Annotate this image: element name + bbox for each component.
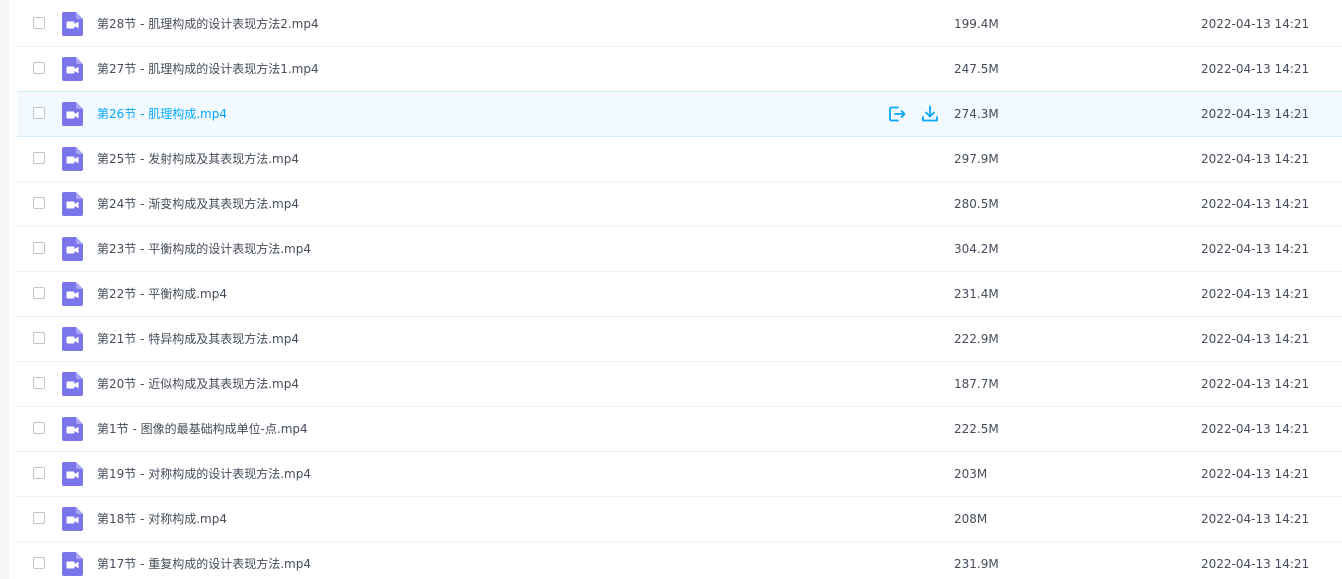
file-name-link[interactable]: 第28节 - 肌理构成的设计表现方法2.mp4 <box>97 2 319 46</box>
file-size: 208M <box>954 512 988 526</box>
video-file-icon <box>62 327 83 351</box>
file-size: 247.5M <box>954 62 999 76</box>
file-row[interactable]: 第18节 - 对称构成.mp4 208M 2022-04-13 14:21 <box>17 497 1342 542</box>
file-size: 280.5M <box>954 197 999 211</box>
row-actions <box>887 104 940 124</box>
file-row[interactable]: 第20节 - 近似构成及其表现方法.mp4 187.7M 2022-04-13 14… <box>17 362 1342 407</box>
video-file-icon <box>62 57 83 81</box>
file-name-link[interactable]: 第27节 - 肌理构成的设计表现方法1.mp4 <box>97 47 319 91</box>
file-row[interactable]: 第17节 - 重复构成的设计表现方法.mp4 231.9M 2022-04-13 1… <box>17 542 1342 579</box>
file-modified-date: 2022-04-13 14:21 <box>1201 512 1310 526</box>
video-file-icon <box>62 282 83 306</box>
file-row[interactable]: 第23节 - 平衡构成的设计表现方法.mp4 304.2M 2022-04-13 1… <box>17 227 1342 272</box>
file-modified-date: 2022-04-13 14:21 <box>1201 107 1310 121</box>
file-row[interactable]: 第25节 - 发射构成及其表现方法.mp4 297.9M 2022-04-13 14… <box>17 137 1342 182</box>
row-select-checkbox[interactable] <box>33 467 45 479</box>
row-select-checkbox[interactable] <box>33 512 45 524</box>
file-size: 304.2M <box>954 242 999 256</box>
sidebar-edge <box>0 0 9 579</box>
file-row[interactable]: 第26节 - 肌理构成.mp4 274.3M 2022-04-13 14:21 <box>17 91 1342 137</box>
video-file-icon <box>62 237 83 261</box>
file-size: 222.5M <box>954 422 999 436</box>
row-select-checkbox[interactable] <box>33 557 45 569</box>
file-name-link[interactable]: 第23节 - 平衡构成的设计表现方法.mp4 <box>97 227 311 271</box>
file-manager-page: 第28节 - 肌理构成的设计表现方法2.mp4 199.4M 2022-04-13 … <box>0 0 1342 579</box>
file-row[interactable]: 第28节 - 肌理构成的设计表现方法2.mp4 199.4M 2022-04-13 … <box>17 2 1342 47</box>
row-select-checkbox[interactable] <box>33 197 45 209</box>
file-name-link[interactable]: 第17节 - 重复构成的设计表现方法.mp4 <box>97 542 311 579</box>
share-icon[interactable] <box>887 104 907 124</box>
file-row[interactable]: 第22节 - 平衡构成.mp4 231.4M 2022-04-13 14:21 <box>17 272 1342 317</box>
row-select-checkbox[interactable] <box>33 62 45 74</box>
file-modified-date: 2022-04-13 14:21 <box>1201 62 1310 76</box>
file-name-link[interactable]: 第22节 - 平衡构成.mp4 <box>97 272 227 316</box>
file-name-link[interactable]: 第1节 - 图像的最基础构成单位-点.mp4 <box>97 407 308 451</box>
file-modified-date: 2022-04-13 14:21 <box>1201 242 1310 256</box>
file-row[interactable]: 第27节 - 肌理构成的设计表现方法1.mp4 247.5M 2022-04-13 … <box>17 47 1342 92</box>
file-size: 222.9M <box>954 332 999 346</box>
video-file-icon <box>62 462 83 486</box>
file-modified-date: 2022-04-13 14:21 <box>1201 152 1310 166</box>
video-file-icon <box>62 417 83 441</box>
row-select-checkbox[interactable] <box>33 17 45 29</box>
file-modified-date: 2022-04-13 14:21 <box>1201 467 1310 481</box>
file-modified-date: 2022-04-13 14:21 <box>1201 287 1310 301</box>
video-file-icon <box>62 12 83 36</box>
row-select-checkbox[interactable] <box>33 152 45 164</box>
file-modified-date: 2022-04-13 14:21 <box>1201 332 1310 346</box>
file-size: 203M <box>954 467 988 481</box>
row-select-checkbox[interactable] <box>33 287 45 299</box>
file-size: 231.9M <box>954 557 999 571</box>
file-modified-date: 2022-04-13 14:21 <box>1201 377 1310 391</box>
file-name-link[interactable]: 第24节 - 渐变构成及其表现方法.mp4 <box>97 182 299 226</box>
file-modified-date: 2022-04-13 14:21 <box>1201 422 1310 436</box>
file-size: 297.9M <box>954 152 999 166</box>
file-size: 199.4M <box>954 17 999 31</box>
file-name-link[interactable]: 第21节 - 特异构成及其表现方法.mp4 <box>97 317 299 361</box>
file-modified-date: 2022-04-13 14:21 <box>1201 557 1310 571</box>
video-file-icon <box>62 552 83 576</box>
row-select-checkbox[interactable] <box>33 107 45 119</box>
row-select-checkbox[interactable] <box>33 422 45 434</box>
file-name-link[interactable]: 第18节 - 对称构成.mp4 <box>97 497 227 541</box>
file-name-link[interactable]: 第26节 - 肌理构成.mp4 <box>97 92 227 136</box>
video-file-icon <box>62 147 83 171</box>
row-select-checkbox[interactable] <box>33 377 45 389</box>
video-file-icon <box>62 192 83 216</box>
file-row[interactable]: 第1节 - 图像的最基础构成单位-点.mp4 222.5M 2022-04-13 1… <box>17 407 1342 452</box>
file-modified-date: 2022-04-13 14:21 <box>1201 17 1310 31</box>
file-size: 274.3M <box>954 107 999 121</box>
video-file-icon <box>62 372 83 396</box>
download-icon[interactable] <box>920 104 940 124</box>
file-list: 第28节 - 肌理构成的设计表现方法2.mp4 199.4M 2022-04-13 … <box>17 2 1342 579</box>
row-select-checkbox[interactable] <box>33 332 45 344</box>
row-select-checkbox[interactable] <box>33 242 45 254</box>
file-name-link[interactable]: 第25节 - 发射构成及其表现方法.mp4 <box>97 137 299 181</box>
video-file-icon <box>62 102 83 126</box>
file-row[interactable]: 第21节 - 特异构成及其表现方法.mp4 222.9M 2022-04-13 14… <box>17 317 1342 362</box>
file-name-link[interactable]: 第20节 - 近似构成及其表现方法.mp4 <box>97 362 299 406</box>
file-size: 187.7M <box>954 377 999 391</box>
video-file-icon <box>62 507 83 531</box>
file-row[interactable]: 第19节 - 对称构成的设计表现方法.mp4 203M 2022-04-13 14:… <box>17 452 1342 497</box>
file-size: 231.4M <box>954 287 999 301</box>
file-row[interactable]: 第24节 - 渐变构成及其表现方法.mp4 280.5M 2022-04-13 14… <box>17 182 1342 227</box>
file-name-link[interactable]: 第19节 - 对称构成的设计表现方法.mp4 <box>97 452 311 496</box>
file-modified-date: 2022-04-13 14:21 <box>1201 197 1310 211</box>
